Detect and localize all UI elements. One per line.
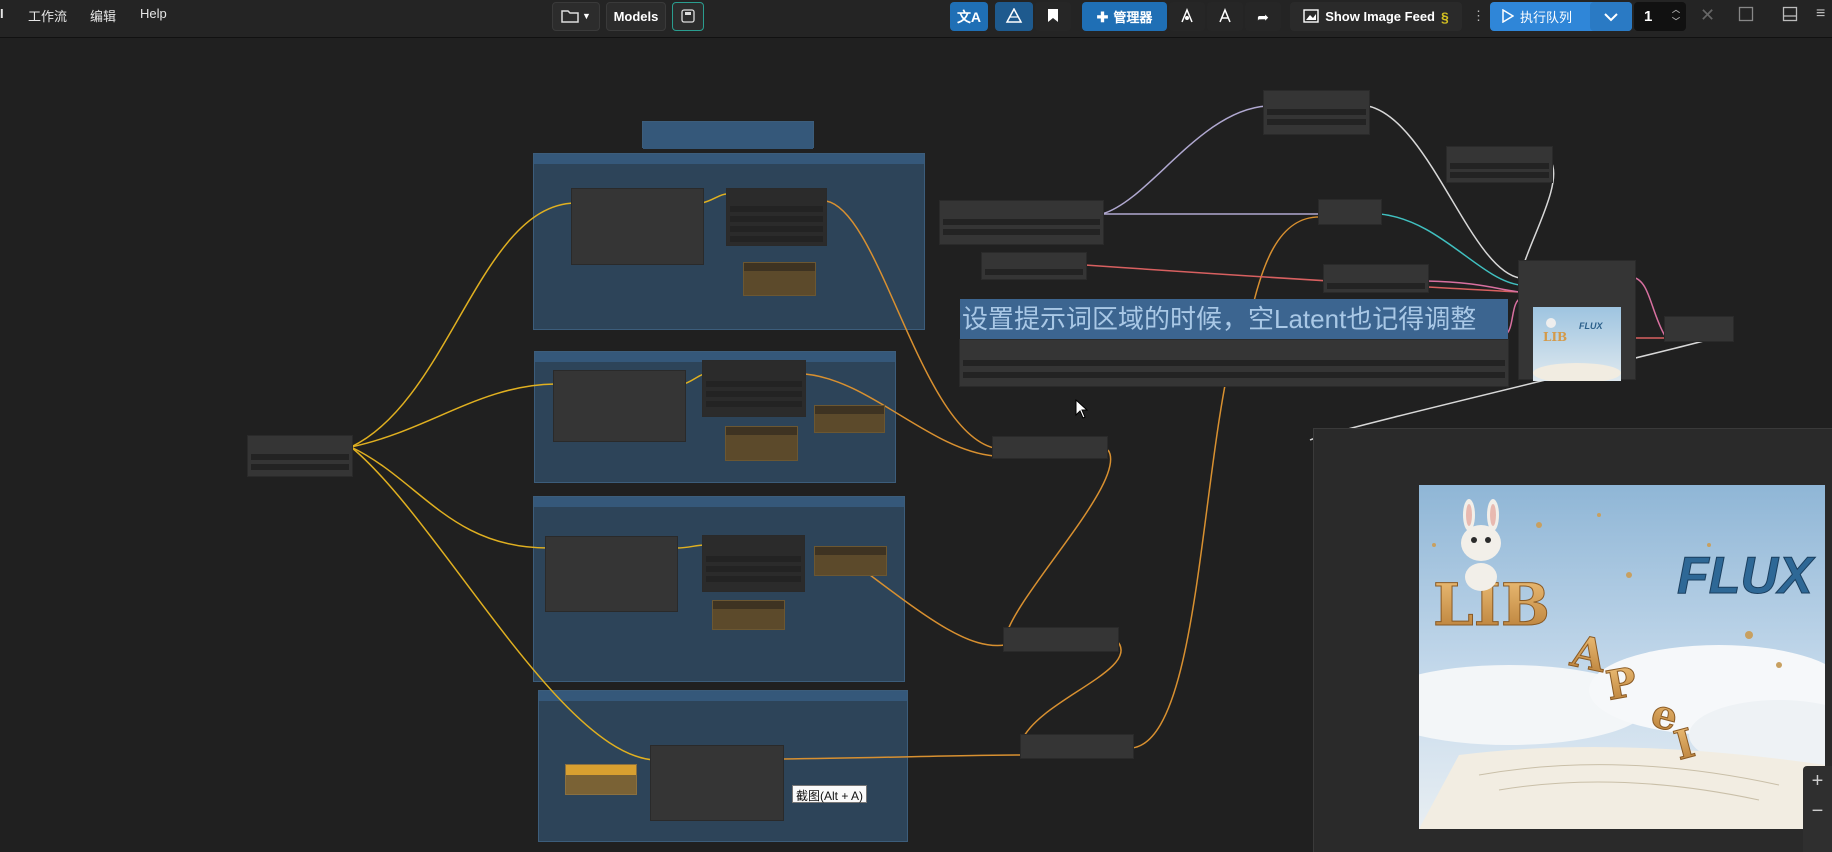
run-options-button[interactable] (1590, 2, 1632, 31)
group-title (643, 122, 813, 149)
panel-icon[interactable] (1782, 6, 1798, 25)
share-icon: ➦ (1257, 8, 1269, 25)
show-image-feed-button[interactable]: Show Image Feed § (1290, 2, 1462, 31)
group-title (534, 497, 904, 507)
svg-text:FLUX: FLUX (1579, 321, 1603, 331)
image-feed-label: Show Image Feed (1325, 9, 1435, 24)
node[interactable] (743, 262, 816, 296)
node[interactable] (565, 764, 637, 795)
save-icon (681, 8, 695, 25)
close-icon[interactable]: ✕ (1700, 5, 1715, 26)
node[interactable] (1263, 90, 1370, 135)
node[interactable] (571, 188, 704, 265)
preview-flux-logo: FLUX (1677, 547, 1816, 605)
node[interactable] (1003, 627, 1119, 652)
tool-button-1[interactable] (1169, 2, 1205, 31)
group-title (534, 154, 924, 164)
more-icon[interactable]: ⋮ (1472, 8, 1485, 24)
tool-button-2[interactable] (1207, 2, 1243, 31)
app-logo-partial: I (0, 6, 4, 21)
node[interactable] (726, 188, 827, 246)
group-title (539, 691, 907, 701)
save-button[interactable] (672, 2, 704, 31)
result-thumbnail[interactable]: LIB FLUX (1533, 307, 1621, 381)
chevron-down-icon: ▼ (582, 11, 591, 21)
translate-button[interactable]: 文A (950, 2, 988, 31)
workflow-icon (1005, 6, 1023, 26)
play-icon (1502, 8, 1515, 25)
plus-icon[interactable]: + (1803, 766, 1832, 796)
queue-count-stepper[interactable]: 1 ︿ ﹀ (1634, 2, 1686, 31)
translate-icon: 文A (956, 8, 982, 25)
node[interactable] (712, 600, 785, 630)
menu-help[interactable]: Help (140, 6, 167, 21)
bookmark-button[interactable] (1035, 2, 1071, 31)
node-tool-icon (1179, 7, 1195, 26)
top-bar: I 工作流 编辑 Help ▼ Models 文A ✚ 管理器 ➦ Show I… (0, 0, 1832, 38)
node[interactable] (725, 426, 798, 461)
folder-icon (561, 9, 579, 25)
workflow-icon-button[interactable] (995, 2, 1033, 31)
svg-text:LIB: LIB (1543, 330, 1567, 344)
node[interactable] (1318, 199, 1382, 225)
puzzle-icon: ✚ (1096, 8, 1109, 25)
run-queue-label: 执行队列 (1520, 10, 1573, 25)
image-icon (1303, 8, 1319, 25)
chevron-down-icon (1604, 10, 1618, 24)
folder-button[interactable]: ▼ (552, 2, 600, 31)
node[interactable] (702, 535, 805, 592)
node[interactable] (1664, 316, 1734, 342)
node[interactable] (545, 536, 678, 612)
manager-label: 管理器 (1113, 10, 1153, 25)
maximize-icon[interactable] (1738, 6, 1754, 25)
note-group-small[interactable] (642, 121, 814, 149)
python-icon: § (1441, 8, 1449, 25)
screenshot-tooltip: 截图(Alt + A) (792, 785, 868, 803)
loader-node[interactable] (247, 435, 353, 477)
node-tool-2-icon (1217, 7, 1233, 26)
share-button[interactable]: ➦ (1245, 2, 1281, 31)
node[interactable] (992, 436, 1108, 459)
node[interactable] (1446, 146, 1553, 183)
zoom-controls: + − (1803, 766, 1832, 852)
node[interactable] (939, 200, 1104, 245)
menu-workflow[interactable]: 工作流 (28, 6, 67, 25)
node[interactable] (1020, 734, 1134, 759)
queue-count-value: 1 (1644, 8, 1653, 25)
menu-edit[interactable]: 编辑 (90, 6, 116, 25)
prompt-node[interactable] (959, 339, 1509, 387)
image-preview: LIB A P e I FLUX (1419, 485, 1825, 829)
minus-icon[interactable]: − (1803, 796, 1832, 826)
node[interactable] (814, 546, 887, 576)
models-button[interactable]: Models (606, 2, 666, 31)
note-text: 设置提示词区域的时候，空Latent也记得调整 (962, 304, 1477, 334)
node[interactable] (1323, 264, 1429, 293)
node[interactable] (814, 405, 885, 433)
node[interactable] (650, 745, 784, 821)
node[interactable] (702, 360, 806, 417)
node[interactable] (553, 370, 686, 442)
bookmark-icon (1047, 8, 1059, 25)
hamburger-icon[interactable]: ≡ (1816, 5, 1825, 23)
stepper-arrows-icon[interactable]: ︿ ﹀ (1672, 4, 1680, 28)
manager-button[interactable]: ✚ 管理器 (1082, 2, 1167, 31)
mouse-cursor-icon (1075, 399, 1089, 419)
node[interactable] (981, 252, 1087, 280)
